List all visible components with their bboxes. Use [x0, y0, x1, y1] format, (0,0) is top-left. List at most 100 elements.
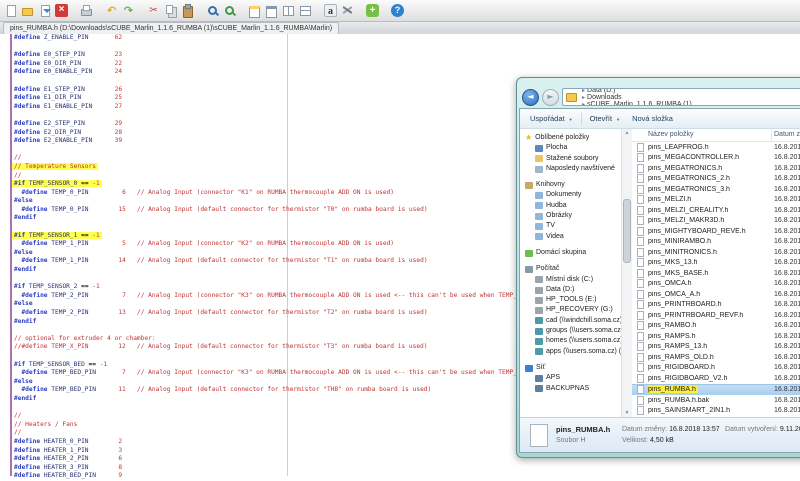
file-row[interactable]: pins_RAMPS_OLD.h16.8.2018 13:57: [632, 352, 800, 363]
font-icon[interactable]: [324, 4, 337, 17]
file-row[interactable]: pins_MEGATRONICS.h16.8.2018 13:57: [632, 163, 800, 174]
organize-button[interactable]: Uspořádat: [526, 112, 577, 125]
forward-button[interactable]: ►: [542, 89, 559, 106]
file-row[interactable]: pins_MEGATRONICS_2.h16.8.2018 13:57: [632, 174, 800, 185]
file-row[interactable]: pins_MEGACONTROLLER.h16.8.2018 13:57: [632, 153, 800, 164]
scrollbar-thumb[interactable]: [623, 199, 631, 263]
sidebar-item[interactable]: TV: [525, 221, 621, 231]
file-row[interactable]: pins_PRINTRBOARD.h16.8.2018 13:57: [632, 300, 800, 311]
sidebar-item[interactable]: homes (\\users.soma.cz): [525, 336, 621, 346]
sidebar-item[interactable]: Obrázky: [525, 211, 621, 221]
sidebar-item[interactable]: cad (\\windchill.soma.cz): [525, 316, 621, 326]
print-icon[interactable]: [80, 4, 93, 17]
scroll-down-icon[interactable]: ▼: [623, 409, 631, 417]
close-icon[interactable]: [55, 4, 68, 17]
explorer-window: ◄ ► ▸Počítač▸Data (D:)▸Downloads▸sCUBE_M…: [516, 77, 800, 458]
breadcrumb-segment[interactable]: ▸sCUBE_Marlin_1.1.6_RUMBA (1): [580, 101, 692, 107]
split-vertical-icon[interactable]: [299, 4, 312, 17]
find-icon[interactable]: [206, 4, 219, 17]
file-row[interactable]: pins_MEGATRONICS_3.h16.8.2018 13:57: [632, 184, 800, 195]
file-date: 16.8.2018 13:57: [772, 249, 800, 256]
sidebar-item[interactable]: Naposledy navštívené: [525, 164, 621, 174]
sidebar-item[interactable]: Stažené soubory: [525, 154, 621, 164]
scroll-up-icon[interactable]: ▲: [623, 129, 631, 137]
find-replace-icon[interactable]: [223, 4, 236, 17]
file-row[interactable]: pins_RAMPS.h16.8.2018 13:57: [632, 331, 800, 342]
sidebar-item[interactable]: APS: [525, 373, 621, 383]
copy-icon[interactable]: [164, 4, 177, 17]
file-row[interactable]: pins_MINIRAMBO.h16.8.2018 13:57: [632, 237, 800, 248]
help-icon[interactable]: [391, 4, 404, 17]
sidebar-group-homegroup[interactable]: Domácí skupina: [525, 248, 621, 258]
code-line: #define HEATER_3_PIN 8: [14, 464, 565, 473]
file-row[interactable]: pins_RUMBA.h16.8.2018 13:57: [632, 384, 800, 396]
paste-icon[interactable]: [181, 4, 194, 17]
sidebar-item[interactable]: Místní disk (C:): [525, 275, 621, 285]
file-row[interactable]: pins_MELZI.h16.8.2018 13:57: [632, 195, 800, 206]
sidebar-item[interactable]: Data (D:): [525, 285, 621, 295]
open-button[interactable]: Otevřít: [586, 112, 624, 125]
file-row[interactable]: pins_RIGIDBOARD.h16.8.2018 13:57: [632, 363, 800, 374]
column-header-date[interactable]: Datum změny: [772, 129, 800, 141]
file-row[interactable]: pins_MKS_13.h16.8.2018 13:57: [632, 258, 800, 269]
file-row[interactable]: pins_PRINTRBOARD_REVF.h16.8.2018 13:57: [632, 310, 800, 321]
file-name: pins_OMCA.h: [648, 280, 772, 287]
file-row[interactable]: pins_MIGHTYBOARD_REVE.h16.8.2018 13:57: [632, 226, 800, 237]
file-row[interactable]: pins_MELZI_MAKR3D.h16.8.2018 13:57: [632, 216, 800, 227]
split-horizontal-icon[interactable]: [282, 4, 295, 17]
undo-icon[interactable]: [105, 4, 118, 17]
file-row[interactable]: pins_RUMBA.h.bak16.8.2018 13:57: [632, 395, 800, 406]
cut-icon[interactable]: [147, 4, 160, 17]
add-icon[interactable]: [366, 4, 379, 17]
open-folder-icon[interactable]: [21, 4, 34, 17]
new-folder-button[interactable]: Nová složka: [628, 112, 677, 125]
maximize-icon[interactable]: [265, 4, 278, 17]
file-row[interactable]: pins_LEAPFROG.h16.8.2018 13:57: [632, 142, 800, 153]
sidebar-scrollbar[interactable]: ▲ ▼: [621, 129, 632, 417]
file-row[interactable]: pins_MKS_BASE.h16.8.2018 13:57: [632, 268, 800, 279]
sidebar-item[interactable]: Plocha: [525, 143, 621, 153]
file-name: pins_MIGHTYBOARD_REVE.h: [648, 228, 772, 235]
file-row[interactable]: pins_RIGIDBOARD_V2.h16.8.2018 13:57: [632, 373, 800, 384]
docs-icon: [535, 192, 543, 199]
file-date: 16.8.2018 13:57: [772, 270, 800, 277]
back-button[interactable]: ◄: [522, 89, 539, 106]
sidebar-item[interactable]: BACKUPNAS: [525, 384, 621, 394]
new-window-icon[interactable]: [248, 4, 261, 17]
file-row[interactable]: pins_RAMBO.h16.8.2018 13:57: [632, 321, 800, 332]
sidebar-item[interactable]: groups (\\users.soma.cz): [525, 326, 621, 336]
column-header-name[interactable]: Název položky: [632, 129, 772, 141]
code-line: #define TEMP_BED_PIN 7 // Analog Input (…: [14, 369, 565, 378]
code-text[interactable]: #define Z_ENABLE_PIN 62 #define E0_STEP_…: [14, 34, 565, 481]
save-icon[interactable]: [38, 4, 51, 17]
breadcrumb[interactable]: ▸Počítač▸Data (D:)▸Downloads▸sCUBE_Marli…: [562, 88, 800, 106]
file-row[interactable]: pins_RAMPS_13.h16.8.2018 13:57: [632, 342, 800, 353]
file-row[interactable]: pins_OMCA.h16.8.2018 13:57: [632, 279, 800, 290]
code-line: //#define TEMP_X_PIN 12 // Analog Input …: [14, 343, 565, 352]
sidebar-group-star[interactable]: Oblíbené položky: [525, 133, 621, 143]
redo-icon[interactable]: [122, 4, 135, 17]
breadcrumb-arrow-icon[interactable]: ▸: [580, 101, 587, 107]
new-file-icon[interactable]: [4, 4, 17, 17]
sidebar-group-lib[interactable]: Knihovny: [525, 180, 621, 190]
breadcrumb-arrow-icon[interactable]: ▸: [580, 94, 587, 101]
sidebar-item[interactable]: HP_TOOLS (E:): [525, 295, 621, 305]
separator: [139, 4, 143, 17]
sidebar-item[interactable]: Hudba: [525, 201, 621, 211]
sidebar-group-network[interactable]: Síť: [525, 363, 621, 373]
file-row[interactable]: pins_MELZI_CREALITY.h16.8.2018 13:57: [632, 205, 800, 216]
file-row[interactable]: pins_MINITRONICS.h16.8.2018 13:57: [632, 247, 800, 258]
file-row[interactable]: pins_SAINSMART_2IN1.h16.8.2018 13:57: [632, 406, 800, 417]
file-name: pins_MEGATRONICS_2.h: [648, 175, 772, 182]
sidebar-item[interactable]: apps (\\users.soma.cz) (Z: [525, 347, 621, 357]
sidebar-group-computer[interactable]: Počítač: [525, 264, 621, 274]
sidebar-item[interactable]: Dokumenty: [525, 190, 621, 200]
file-tab[interactable]: pins_RUMBA.h (D:\Downloads\sCUBE_Marlin_…: [3, 22, 339, 34]
sidebar-item[interactable]: Videa: [525, 232, 621, 242]
file-icon: [637, 406, 644, 415]
tools-icon[interactable]: [341, 4, 354, 17]
file-row[interactable]: pins_OMCA_A.h16.8.2018 13:57: [632, 289, 800, 300]
file-list: Název položky Datum změny pins_LEAPFROG.…: [632, 129, 800, 417]
sidebar-item[interactable]: HP_RECOVERY (G:): [525, 305, 621, 315]
breadcrumb-segment[interactable]: ▸Downloads: [580, 94, 692, 101]
